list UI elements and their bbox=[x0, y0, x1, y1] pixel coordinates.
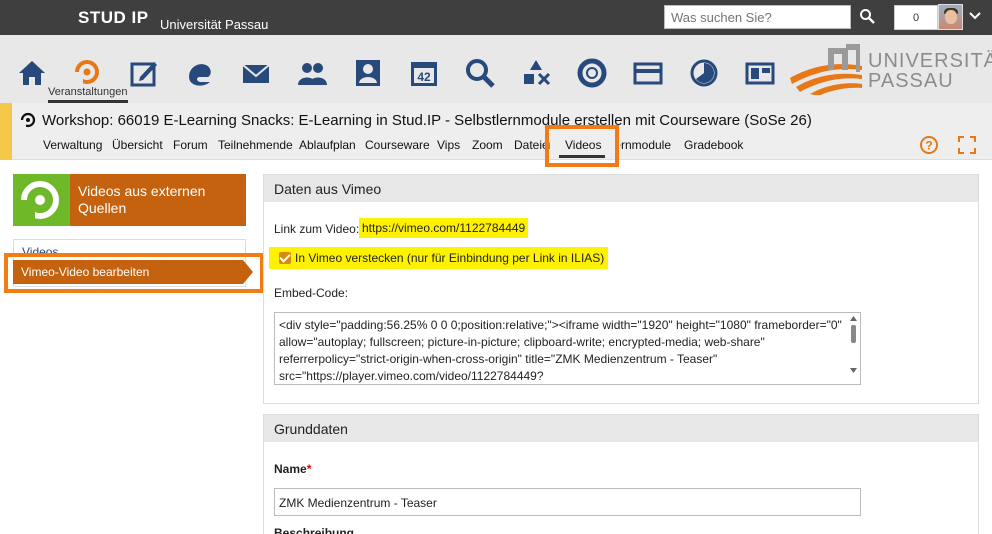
studip-logo[interactable]: STUD IP bbox=[78, 8, 149, 28]
course-title: Workshop: 66019 E-Learning Snacks: E-Lea… bbox=[42, 112, 812, 129]
course-header: Workshop: 66019 E-Learning Snacks: E-Lea… bbox=[0, 103, 992, 160]
nav-active-label: Veranstaltungen bbox=[48, 86, 128, 98]
notification-counter[interactable]: 0 bbox=[894, 5, 938, 30]
mail-icon[interactable] bbox=[240, 57, 272, 89]
panel-title: Daten aus Vimeo bbox=[264, 175, 978, 202]
tab-selbstlernmodule[interactable]: Selbstlernmodule bbox=[620, 138, 671, 152]
svg-text:?: ? bbox=[925, 139, 932, 153]
tab-vips[interactable]: Vips bbox=[437, 138, 460, 152]
courses-sidebar-icon bbox=[21, 181, 59, 222]
calendar-icon[interactable]: 42 bbox=[408, 57, 440, 89]
logo-text: STUD IP bbox=[78, 8, 149, 27]
video-link[interactable]: https://vimeo.com/1122784449 bbox=[359, 218, 529, 238]
people-icon[interactable] bbox=[296, 57, 328, 89]
course-accent-bar bbox=[0, 103, 12, 160]
home-icon[interactable] bbox=[16, 57, 48, 89]
layout-icon[interactable] bbox=[744, 57, 776, 89]
embed-scrollbar[interactable] bbox=[849, 316, 858, 378]
top-bar: STUD IP Universität Passau 0 bbox=[0, 0, 992, 35]
university-logo-text: UNIVERSITÄT PASSAU bbox=[868, 50, 992, 92]
sidebar-item-highlight bbox=[4, 253, 264, 293]
tab-courseware[interactable]: Courseware bbox=[365, 138, 430, 152]
hide-in-vimeo-checkbox[interactable] bbox=[279, 252, 291, 264]
help-icon[interactable]: ? bbox=[919, 135, 939, 155]
name-field[interactable]: ZMK Medienzentrum - Teaser bbox=[274, 488, 861, 516]
fullscreen-icon[interactable] bbox=[957, 135, 977, 155]
search-input[interactable] bbox=[664, 5, 851, 29]
tab-ablaufplan[interactable]: Ablaufplan bbox=[299, 138, 356, 152]
stats-icon[interactable] bbox=[688, 57, 720, 89]
avatar[interactable] bbox=[938, 4, 963, 30]
course-icon bbox=[20, 112, 36, 128]
video-link-label: Link zum Video: bbox=[274, 222, 360, 236]
sidebar-header-label: Videos aus externen Quellen bbox=[78, 183, 206, 216]
courses-icon[interactable] bbox=[71, 57, 103, 89]
tab-forum[interactable]: Forum bbox=[173, 138, 208, 152]
tab-zoom[interactable]: Zoom bbox=[472, 138, 503, 152]
sidebar-header: Videos aus externen Quellen bbox=[13, 174, 246, 226]
university-name: Universität Passau bbox=[160, 17, 269, 32]
tab-gradebook[interactable]: Gradebook bbox=[684, 138, 743, 152]
main-navigation: 42 Veranstaltungen UNIVERSITÄT PASSAU bbox=[0, 35, 992, 103]
required-marker: * bbox=[306, 462, 312, 476]
tab-verwaltung[interactable]: Verwaltung bbox=[43, 138, 102, 152]
community-icon[interactable] bbox=[184, 57, 216, 89]
tab-uebersicht[interactable]: Übersicht bbox=[112, 138, 163, 152]
embed-code-label: Embed-Code: bbox=[274, 286, 349, 300]
support-icon[interactable] bbox=[576, 57, 608, 89]
sidebar-header-icon-box bbox=[13, 174, 70, 226]
tools-icon[interactable] bbox=[520, 57, 552, 89]
messages-edit-icon[interactable] bbox=[128, 57, 160, 89]
basic-data-panel: Grunddaten Name* ZMK Medienzentrum - Tea… bbox=[263, 414, 979, 534]
name-label: Name* bbox=[274, 462, 312, 476]
card-icon[interactable] bbox=[632, 57, 664, 89]
search-icon[interactable] bbox=[859, 8, 875, 24]
description-label: Beschreibung bbox=[274, 526, 355, 534]
svg-text:42: 42 bbox=[417, 70, 431, 84]
tab-teilnehmende[interactable]: Teilnehmende bbox=[218, 138, 293, 152]
profile-icon[interactable] bbox=[352, 57, 384, 89]
panel-title: Grunddaten bbox=[264, 415, 978, 442]
search-nav-icon[interactable] bbox=[464, 57, 496, 89]
chevron-down-icon[interactable] bbox=[968, 9, 982, 23]
hide-in-vimeo-label[interactable]: In Vimeo verstecken (nur für Einbindung … bbox=[295, 251, 604, 265]
hide-in-vimeo-row: In Vimeo verstecken (nur für Einbindung … bbox=[269, 247, 608, 269]
videos-tab-highlight bbox=[545, 125, 619, 167]
vimeo-data-panel: Daten aus Vimeo Link zum Video: https://… bbox=[263, 174, 979, 404]
embed-code-textarea[interactable]: <div style="padding:56.25% 0 0 0;positio… bbox=[274, 312, 861, 385]
